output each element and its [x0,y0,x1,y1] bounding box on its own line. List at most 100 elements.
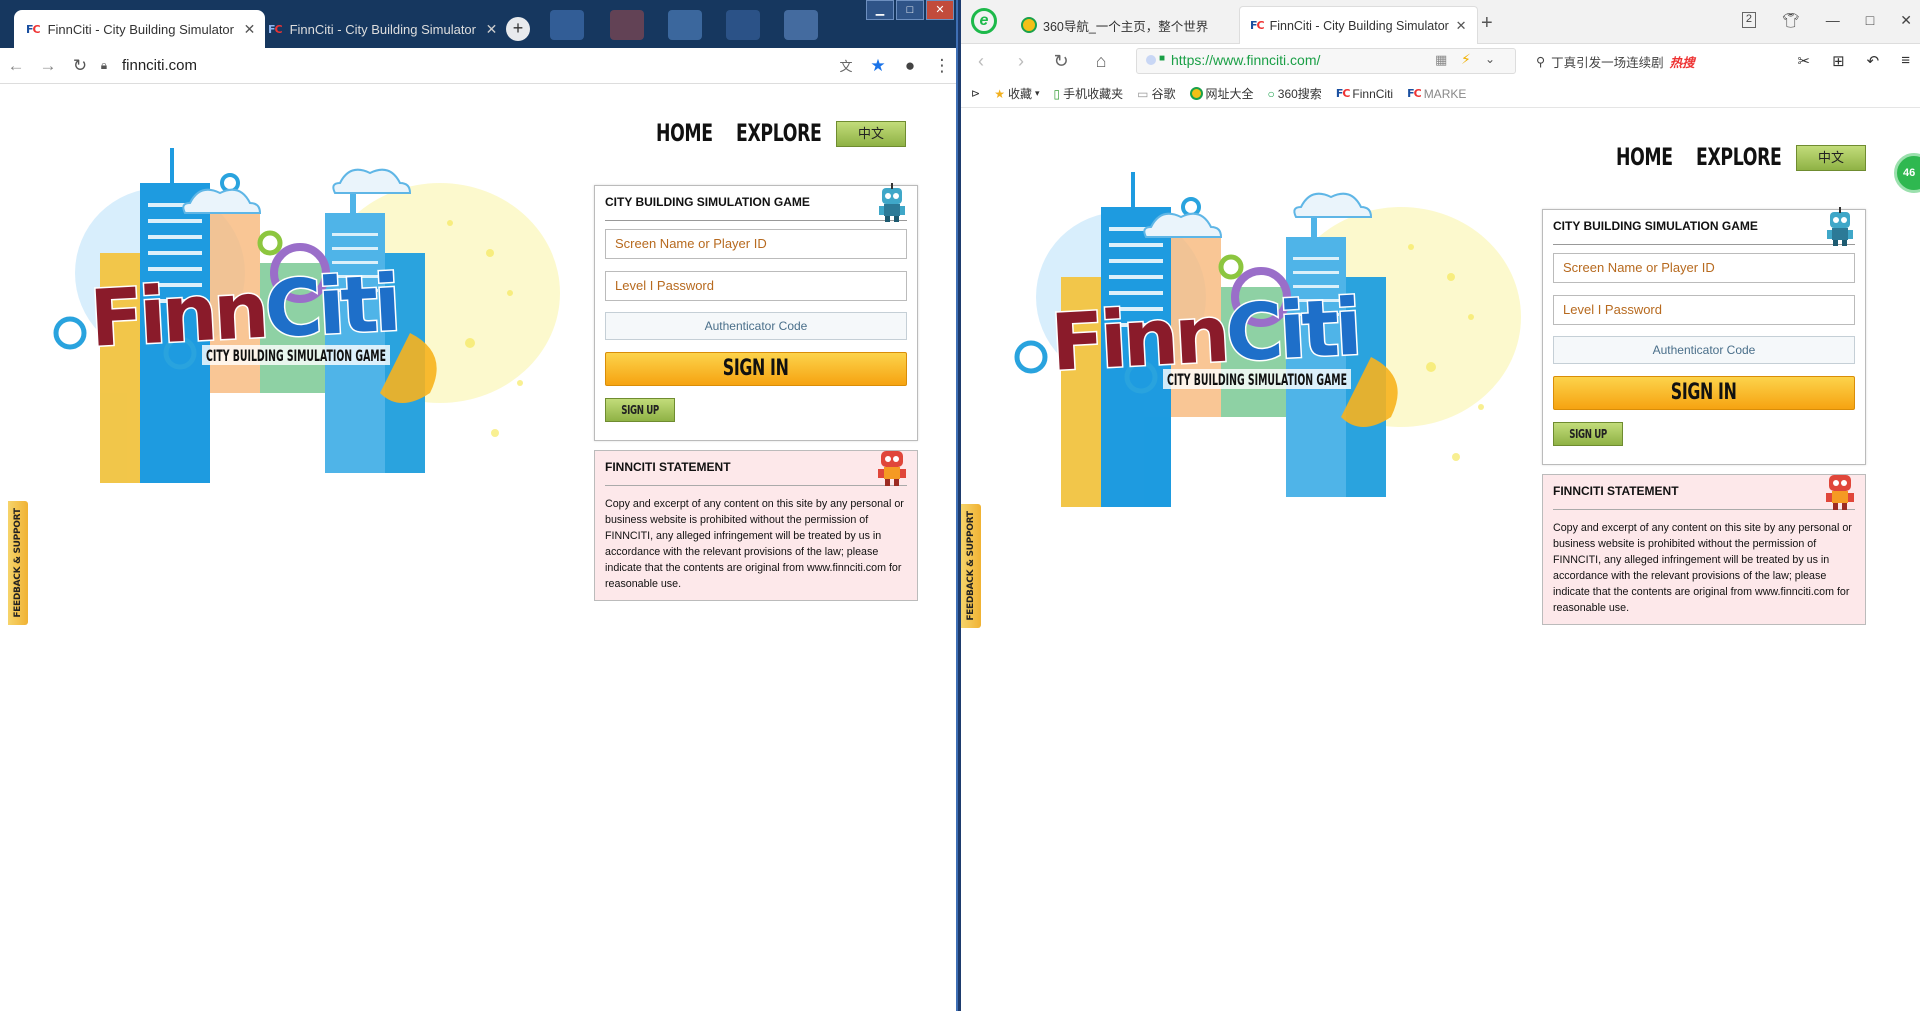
bookmark-mobile[interactable]: ▯ 手机收藏夹 [1054,85,1124,102]
address-bar-url[interactable]: https://www.finnciti.com/ [1171,52,1320,68]
sign-up-button[interactable]: SIGN UP [1553,422,1623,446]
sign-in-button[interactable]: SIGN IN [605,352,907,386]
bookmark-market[interactable]: FC MARKE [1407,87,1466,101]
feedback-support-tab[interactable]: FEEDBACK & SUPPORT [8,501,28,625]
close-window-button[interactable]: ✕ [1900,12,1912,29]
back-arrow-icon[interactable]: ← [0,56,32,76]
authenticator-code-input[interactable]: Authenticator Code [605,312,907,340]
password-input[interactable]: Level I Password [605,271,907,301]
skin-shirt-icon[interactable]: 👕︎ [1782,12,1800,29]
login-panel-title: CITY BUILDING SIMULATION GAME [605,195,907,221]
close-window-button[interactable]: ✕ [926,0,954,20]
tab-360-navigation[interactable]: 360导航_一个主页，整个世界 [1011,6,1233,44]
bookmarks-bar: ⊳ ★ 收藏 ▾ ▯ 手机收藏夹 ▭ 谷歌 网址大全 ○ 360搜索 FC FinnCiti… [961,80,1920,108]
menu-icon[interactable]: ≡ [1901,52,1910,70]
language-chinese-button[interactable]: 中文 [1796,144,1866,171]
page-nav: HOME EXPLORE 中文 [656,119,906,148]
new-tab-button[interactable]: + [506,17,530,41]
sign-up-button[interactable]: SIGN UP [605,398,675,422]
chrome-toolbar: ← → ↻ 🔒︎ finnciti.com 文 ★ ● ⋮ [0,48,956,84]
forward-arrow-icon[interactable]: › [1001,51,1041,72]
sidebar-toggle-icon[interactable]: ⊳ [971,87,980,100]
finnciti-page: 46 HOME EXPLORE 中文 FEEDBACK & SUPPORT Fi… [961,109,1920,1011]
reload-icon[interactable]: ↻ [64,56,96,76]
nav-home-link[interactable]: HOME [1616,143,1673,171]
search-icon: ⚲ [1536,54,1546,69]
nav-explore-link[interactable]: EXPLORE [1696,143,1782,171]
city-skyline-logo-image: FinnCiti CITY BUILDING SIMULATION GAME [1014,172,1521,507]
browser360-logo-icon[interactable]: e [971,8,997,34]
tab-title: 360导航_一个主页，整个世界 [1043,19,1209,34]
bookmark-google[interactable]: ▭ 谷歌 [1137,85,1175,102]
finnciti-favicon-icon: FC [268,22,283,36]
language-chinese-button[interactable]: 中文 [836,120,906,147]
lock-icon[interactable]: 🔒︎ [96,58,112,73]
finnciti-favicon-icon: FC [1250,19,1265,32]
screen-name-input[interactable]: Screen Name or Player ID [605,229,907,259]
chevron-down-icon[interactable]: ⌄ [1485,52,1495,66]
finnciti-favicon-icon: FC [1335,87,1351,100]
bookmark-favorites[interactable]: ★ 收藏 ▾ [994,85,1039,102]
forward-arrow-icon[interactable]: → [32,56,64,76]
tab-count-badge[interactable]: 2 [1741,12,1757,28]
statement-title: FINNCITI STATEMENT [1553,484,1855,510]
360-search-icon: ○ [1267,86,1275,101]
password-input[interactable]: Level I Password [1553,295,1855,325]
speed-ball-badge[interactable]: 46 [1894,153,1920,193]
close-tab-icon[interactable]: ✕ [486,21,498,38]
statement-text: Copy and excerpt of any content on this … [605,498,904,590]
finnciti-favicon-icon: FC [26,22,41,36]
extensions-grid-icon[interactable]: ⊞ [1832,52,1845,70]
menu-dots-icon[interactable]: ⋮ [926,56,956,76]
finnciti-page: HOME EXPLORE 中文 FEEDBACK & SUPPORT FinnC… [0,85,956,1011]
reload-icon[interactable]: ↻ [1041,51,1081,72]
statement-panel: FINNCITI STATEMENT Copy and excerpt of a… [594,450,918,601]
home-icon[interactable]: ⌂ [1081,51,1121,72]
minimize-button[interactable]: ▁ [866,0,894,20]
tab-finnciti[interactable]: FC FinnCiti - City Building Simulator ✕ [1239,6,1478,44]
bookmark-star-icon[interactable]: ★ [862,56,894,76]
chrome-tab-finnciti-1[interactable]: FC FinnCiti - City Building Simulator ✕ [14,10,266,48]
svg-text:CITY BUILDING SIMULATION GAME: CITY BUILDING SIMULATION GAME [206,346,386,365]
minimize-button[interactable]: — [1826,12,1840,29]
bookmark-360-search[interactable]: ○ 360搜索 [1268,85,1322,102]
bookmark-finnciti[interactable]: FC FinnCiti [1336,87,1393,101]
robot-mascot-icon [879,183,905,222]
tab-title: FinnCiti - City Building Simulator [289,21,476,37]
svg-text:CITY BUILDING SIMULATION GAME: CITY BUILDING SIMULATION GAME [1167,370,1347,389]
qr-code-icon[interactable]: ▦ [1435,52,1447,68]
feedback-support-tab[interactable]: FEEDBACK & SUPPORT [961,504,981,628]
close-tab-icon[interactable]: ✕ [1456,18,1467,34]
translate-icon[interactable]: 文 [830,56,862,75]
lock-icon: ■ [1159,53,1166,64]
authenticator-code-input[interactable]: Authenticator Code [1553,336,1855,364]
tab-title: FinnCiti - City Building Simulator [47,21,234,37]
maximize-button[interactable]: □ [896,0,924,20]
login-panel-title: CITY BUILDING SIMULATION GAME [1553,219,1855,245]
page-icon: ▭ [1137,86,1149,101]
statement-title: FINNCITI STATEMENT [605,460,907,486]
background-thumbnails [550,6,850,44]
scissors-icon[interactable]: ✂︎ [1798,52,1811,70]
browser360-window: e 360导航_一个主页，整个世界 FC FinnCiti - City Bui… [961,0,1920,1011]
hero-illustration: FinnCiti CITY BUILDING SIMULATION GAME [1001,167,1521,607]
new-tab-button[interactable]: + [1481,12,1493,35]
maximize-button[interactable]: □ [1866,12,1874,29]
bookmark-url-directory[interactable]: 网址大全 [1189,85,1254,102]
address-bar[interactable]: finnciti.com [122,57,197,74]
nav-home-link[interactable]: HOME [656,119,713,147]
chrome-tab-finnciti-2[interactable]: FC FinnCiti - City Building Simulator ✕ [256,10,507,48]
window-controls: 2 👕︎ — □ ✕ [1741,12,1912,29]
profile-avatar-icon[interactable]: ● [894,56,926,76]
undo-icon[interactable]: ↶ [1867,52,1880,70]
lightning-icon[interactable]: ⚡︎ [1461,51,1471,68]
close-tab-icon[interactable]: ✕ [244,21,256,38]
screen-name-input[interactable]: Screen Name or Player ID [1553,253,1855,283]
statement-panel: FINNCITI STATEMENT Copy and excerpt of a… [1542,474,1866,625]
red-robot-mascot-icon [1826,475,1854,510]
back-arrow-icon[interactable]: ‹ [961,51,1001,72]
sign-in-button[interactable]: SIGN IN [1553,376,1855,410]
nav-explore-link[interactable]: EXPLORE [736,119,822,147]
search-box[interactable]: ⚲ 丁真引发一场连续剧 热搜 [1536,48,1736,74]
star-icon: ★ [994,86,1005,101]
